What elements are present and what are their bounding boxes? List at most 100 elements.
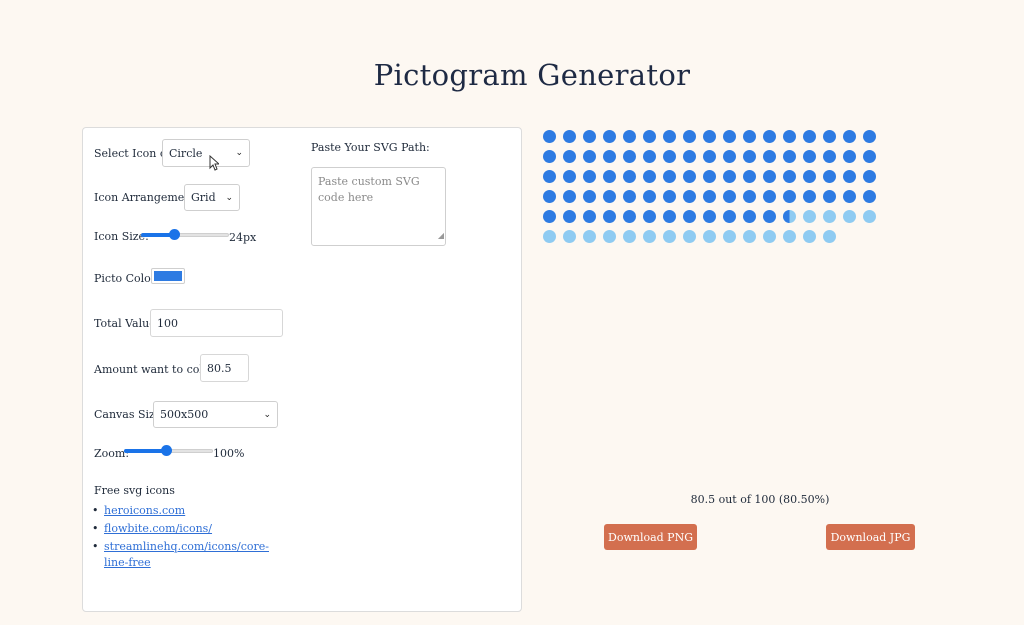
download-jpg-button[interactable]: Download JPG	[826, 524, 915, 550]
pictogram-icon	[763, 210, 776, 223]
amount-text: 80.5	[207, 361, 232, 375]
pictogram-icon	[783, 230, 796, 243]
pictogram-icon	[683, 150, 696, 163]
pictogram-icon	[823, 190, 836, 203]
free-icons-list: heroicons.com flowbite.com/icons/ stream…	[92, 503, 284, 573]
pictogram-icon	[763, 130, 776, 143]
page-title: Pictogram Generator	[373, 58, 691, 92]
canvas-size-select[interactable]: 500x500 ⌄	[153, 401, 278, 428]
pictogram-icon	[543, 210, 556, 223]
pictogram-icon	[743, 210, 756, 223]
slider-thumb[interactable]	[161, 445, 172, 456]
pictogram-icon	[663, 130, 676, 143]
picto-color-label: Picto Color:	[94, 272, 160, 285]
pictogram-icon	[663, 150, 676, 163]
pictogram-icon	[543, 170, 556, 183]
pictogram-canvas	[543, 130, 883, 250]
pictogram-icon	[743, 170, 756, 183]
pictogram-icon	[703, 130, 716, 143]
pictogram-icon	[803, 170, 816, 183]
pictogram-icon	[763, 170, 776, 183]
pictogram-icon	[783, 170, 796, 183]
pictogram-icon	[703, 190, 716, 203]
download-png-button[interactable]: Download PNG	[604, 524, 697, 550]
pictogram-icon	[743, 190, 756, 203]
icon-select-value: Circle	[169, 146, 203, 160]
pictogram-icon	[563, 130, 576, 143]
icon-size-slider[interactable]	[141, 229, 229, 241]
pictogram-icon	[583, 130, 596, 143]
pictogram-icon	[683, 130, 696, 143]
pictogram-icon	[683, 190, 696, 203]
svg-code-textarea[interactable]: Paste custom SVG code here ◢	[311, 167, 446, 246]
pictogram-icon	[763, 190, 776, 203]
chevron-down-icon: ⌄	[235, 148, 243, 158]
pictogram-icon	[843, 210, 856, 223]
pictogram-icon	[823, 170, 836, 183]
pictogram-icon	[683, 230, 696, 243]
icon-select[interactable]: Circle ⌄	[162, 139, 250, 167]
pictogram-icon	[723, 210, 736, 223]
pictogram-icon	[543, 130, 556, 143]
pictogram-icon	[703, 150, 716, 163]
pictogram-icon	[783, 210, 796, 223]
pictogram-icon	[663, 190, 676, 203]
pictogram-icon	[563, 170, 576, 183]
pictogram-icon	[723, 130, 736, 143]
pictogram-icon	[563, 230, 576, 243]
pictogram-icon	[583, 210, 596, 223]
pictogram-icon	[863, 170, 876, 183]
svg-code-placeholder: Paste custom SVG code here	[318, 175, 420, 204]
pictogram-icon	[603, 130, 616, 143]
pictogram-icon	[623, 130, 636, 143]
pictogram-icon	[683, 210, 696, 223]
pictogram-icon	[603, 170, 616, 183]
pictogram-icon	[643, 130, 656, 143]
resize-handle-icon[interactable]: ◢	[438, 228, 444, 244]
pictogram-icon	[803, 130, 816, 143]
pictogram-icon	[603, 210, 616, 223]
pictogram-icon	[623, 230, 636, 243]
total-value-input[interactable]: 100	[150, 309, 283, 337]
pictogram-icon	[643, 230, 656, 243]
pictogram-icon	[723, 150, 736, 163]
pictogram-icon	[723, 190, 736, 203]
canvas-size-value: 500x500	[160, 408, 209, 421]
pictogram-icon	[563, 150, 576, 163]
amount-input[interactable]: 80.5	[200, 354, 249, 382]
pictogram-icon	[583, 230, 596, 243]
pictogram-icon	[583, 170, 596, 183]
pictogram-icon	[623, 150, 636, 163]
pictogram-icon	[843, 130, 856, 143]
pictogram-icon	[863, 210, 876, 223]
total-value-text: 100	[157, 316, 178, 330]
pictogram-icon	[823, 230, 836, 243]
pictogram-icon	[623, 210, 636, 223]
pictogram-icon	[723, 230, 736, 243]
pictogram-icon	[843, 190, 856, 203]
pictogram-icon	[703, 210, 716, 223]
slider-thumb[interactable]	[169, 229, 180, 240]
pictogram-icon	[643, 210, 656, 223]
pictogram-icon	[783, 130, 796, 143]
pictogram-icon	[823, 130, 836, 143]
zoom-slider[interactable]	[124, 445, 213, 457]
pictogram-icon	[583, 150, 596, 163]
pictogram-icon	[563, 190, 576, 203]
pictogram-icon	[803, 210, 816, 223]
pictogram-icon	[643, 170, 656, 183]
pictogram-icon	[583, 190, 596, 203]
pictogram-icon	[543, 190, 556, 203]
streamline-link[interactable]: streamlinehq.com/icons/core-line-free	[104, 540, 269, 569]
slider-fill	[124, 449, 166, 453]
pictogram-icon	[543, 230, 556, 243]
mouse-cursor-icon	[209, 155, 219, 171]
pictogram-icon	[663, 170, 676, 183]
pictogram-icon	[803, 230, 816, 243]
arrangement-select[interactable]: Grid ⌄	[184, 184, 240, 211]
pictogram-icon	[603, 150, 616, 163]
flowbite-link[interactable]: flowbite.com/icons/	[104, 522, 212, 535]
pictogram-icon	[863, 150, 876, 163]
pictogram-icon	[703, 170, 716, 183]
picto-color-picker[interactable]	[151, 268, 185, 284]
